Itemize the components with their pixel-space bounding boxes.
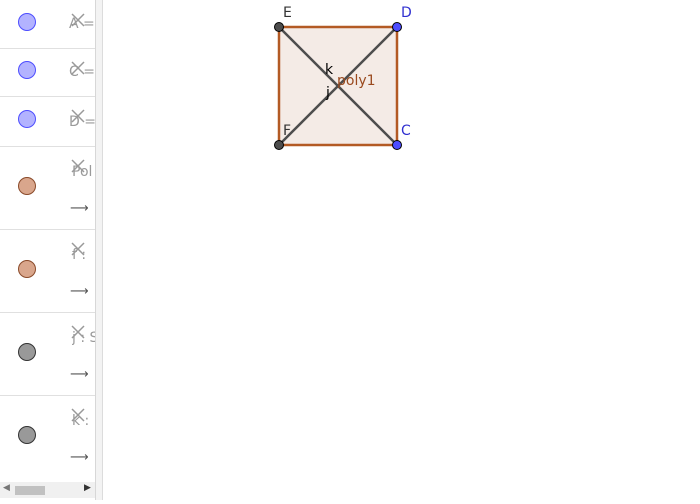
point-d[interactable]	[392, 22, 402, 32]
algebra-label-f: f :	[72, 247, 87, 263]
algebra-label-k: k :	[72, 413, 90, 429]
algebra-label-d: D =	[69, 114, 95, 130]
algebra-row-a[interactable]: A =	[0, 0, 95, 49]
visibility-toggle-c[interactable]	[18, 61, 36, 79]
polygon-label: poly1	[337, 73, 376, 89]
output-arrow-icon: ⟶	[70, 367, 89, 382]
visibility-toggle-k[interactable]	[18, 426, 36, 444]
scrollbar-thumb[interactable]	[15, 486, 45, 495]
algebra-view: A = C = D = Pol ⟶ f : ⟶ j : S ⟶ k : ⟶ ◀ …	[0, 0, 95, 500]
point-c[interactable]	[392, 140, 402, 150]
output-arrow-icon: ⟶	[70, 201, 89, 216]
algebra-label-j: j : S	[72, 330, 95, 346]
algebra-row-k[interactable]: k : ⟶	[0, 395, 95, 478]
algebra-row-f[interactable]: f : ⟶	[0, 229, 95, 313]
algebra-row-c[interactable]: C =	[0, 48, 95, 97]
point-e[interactable]	[274, 22, 284, 32]
algebra-row-j[interactable]: j : S ⟶	[0, 312, 95, 396]
point-e-label: E	[283, 5, 292, 21]
segment-k-label: k	[325, 62, 334, 78]
segment-j-label: j	[325, 85, 330, 101]
algebra-label-poly1: Pol	[72, 164, 93, 180]
scroll-right-icon[interactable]: ▶	[84, 483, 91, 493]
visibility-toggle-f[interactable]	[18, 260, 36, 278]
output-arrow-icon: ⟶	[70, 450, 89, 465]
algebra-row-d[interactable]: D =	[0, 96, 95, 147]
visibility-toggle-j[interactable]	[18, 343, 36, 361]
algebra-label-c: C =	[69, 64, 95, 80]
graphics-view[interactable]: k j poly1 E D F C	[103, 0, 700, 500]
algebra-horizontal-scrollbar[interactable]: ◀ ▶	[0, 482, 95, 498]
output-arrow-icon: ⟶	[70, 284, 89, 299]
point-d-label: D	[401, 5, 412, 21]
graphics-canvas[interactable]: k j poly1 E D F C	[103, 0, 700, 500]
point-f[interactable]	[274, 140, 284, 150]
algebra-label-a: A =	[69, 16, 95, 32]
scroll-left-icon[interactable]: ◀	[3, 483, 10, 493]
visibility-toggle-d[interactable]	[18, 110, 36, 128]
visibility-toggle-a[interactable]	[18, 13, 36, 31]
visibility-toggle-poly1[interactable]	[18, 177, 36, 195]
algebra-row-poly1[interactable]: Pol ⟶	[0, 146, 95, 230]
view-splitter[interactable]	[96, 0, 103, 500]
point-c-label: C	[401, 123, 411, 139]
point-f-label: F	[283, 123, 291, 139]
